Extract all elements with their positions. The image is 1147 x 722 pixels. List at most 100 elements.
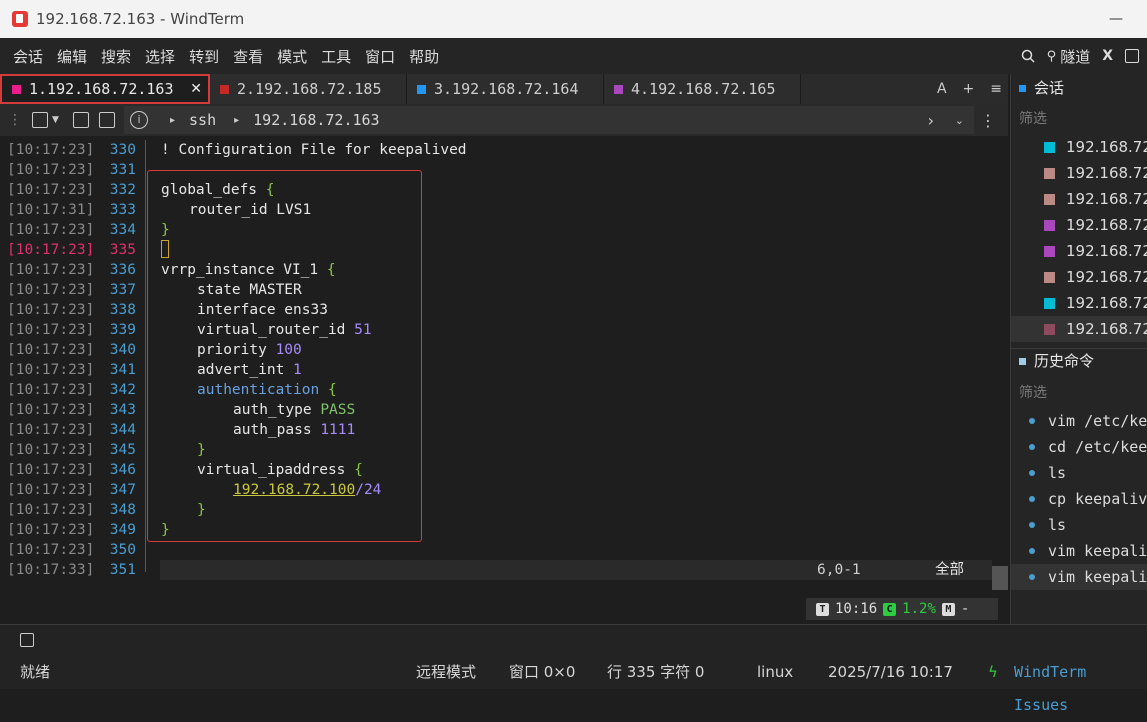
line-number: 336	[109, 262, 136, 278]
line-number: 348	[109, 502, 136, 518]
bullet-icon	[1029, 444, 1035, 450]
more-options-icon[interactable]: ⋮	[980, 111, 996, 130]
history-list-item[interactable]: vim keepali	[1011, 564, 1147, 590]
gutter-divider	[145, 140, 146, 572]
sessions-header[interactable]: 会话	[1019, 75, 1064, 101]
address-bar[interactable]: i ▸ ssh ▸ 192.168.72.163 › ⌄	[124, 106, 974, 134]
chevron-right-icon[interactable]: ›	[928, 111, 934, 130]
code-line-337: state MASTER	[197, 282, 302, 298]
close-icon[interactable]: ✕	[190, 81, 202, 97]
timestamp: [10:17:23]	[7, 422, 95, 438]
issues-link[interactable]: WindTerm Issues	[1014, 656, 1147, 722]
line-number: 349	[109, 522, 136, 538]
drag-handle-icon[interactable]: ⋮	[8, 112, 22, 128]
status-window-size: 窗口 0×0	[509, 663, 576, 681]
menu-select[interactable]: 选择	[138, 46, 182, 67]
capture-icon[interactable]	[1125, 49, 1139, 63]
line-number: 340	[109, 342, 136, 358]
host-label: 192.168.72.163	[253, 111, 380, 129]
timestamp: [10:17:23]	[7, 382, 95, 398]
menu-search[interactable]: 搜索	[94, 46, 138, 67]
timestamp: [10:17:31]	[7, 202, 95, 218]
x-icon[interactable]: X	[1102, 48, 1113, 64]
info-icon[interactable]: i	[130, 111, 148, 129]
chevron-down-icon[interactable]: ⌄	[955, 114, 964, 127]
memory-value: -	[960, 601, 970, 617]
tab-session-3[interactable]: 3.192.168.72.164	[407, 74, 604, 104]
add-tab-button[interactable]: +	[963, 81, 975, 97]
tab-menu-button[interactable]: ≡	[990, 81, 1002, 97]
tab-session-1[interactable]: 1.192.168.72.163 ✕	[0, 74, 210, 104]
timestamp: [10:17:23]	[7, 282, 95, 298]
scrollbar-thumb[interactable]	[992, 566, 1008, 590]
code-line-332: global_defs {	[161, 182, 275, 198]
timestamp: [10:17:23]	[7, 442, 95, 458]
search-icon[interactable]	[1021, 49, 1035, 63]
session-list-item[interactable]: 192.168.72	[1011, 238, 1147, 264]
menu-help[interactable]: 帮助	[402, 46, 446, 67]
history-list-item[interactable]: vim keepali	[1011, 538, 1147, 564]
session-list-item[interactable]: 192.168.72	[1011, 290, 1147, 316]
font-button[interactable]: A	[937, 81, 947, 97]
open-session-icon[interactable]	[98, 112, 115, 128]
history-command: vim keepali	[1048, 568, 1147, 586]
session-list-item[interactable]: 192.168.72	[1011, 212, 1147, 238]
tab-label: 1.192.168.72.163	[29, 80, 174, 98]
new-session-icon[interactable]	[32, 112, 48, 128]
history-filter-input[interactable]: 筛选	[1019, 382, 1047, 402]
history-command: ls	[1048, 464, 1067, 482]
menu-view[interactable]: 查看	[226, 46, 270, 67]
timestamp: [10:17:23]	[7, 262, 95, 278]
menu-tools[interactable]: 工具	[314, 46, 358, 67]
terminal-view[interactable]: [10:17:23] 330 [10:17:23] 331 [10:17:23] 332 […	[0, 136, 1008, 624]
vim-cursor-position: 6,0-1	[817, 562, 861, 578]
history-title: 历史命令	[1034, 352, 1095, 370]
menu-mode[interactable]: 模式	[270, 46, 314, 67]
code-line-340: priority 100	[197, 342, 302, 358]
timestamp: [10:17:23]	[7, 482, 95, 498]
line-number: 341	[109, 362, 136, 378]
minimize-button[interactable]: —	[1093, 0, 1139, 38]
history-list-item[interactable]: ls	[1011, 512, 1147, 538]
menu-goto[interactable]: 转到	[182, 46, 226, 67]
sessions-filter-input[interactable]: 筛选	[1019, 108, 1047, 128]
timestamp: [10:17:23]	[7, 322, 95, 338]
tab-color-square	[220, 84, 229, 94]
status-mode[interactable]: 远程模式	[416, 656, 476, 689]
session-list-item[interactable]: 192.168.72	[1011, 134, 1147, 160]
panel-toggle-icon[interactable]	[20, 633, 34, 647]
cpu-icon: C	[883, 602, 897, 616]
code-line-345: }	[197, 442, 206, 458]
session-list-item[interactable]: 192.168.72	[1011, 160, 1147, 186]
tab-session-4[interactable]: 4.192.168.72.165	[604, 74, 801, 104]
status-ready: 就绪	[20, 663, 51, 681]
history-list-item[interactable]: ls	[1011, 460, 1147, 486]
session-list-item[interactable]: 192.168.72	[1011, 186, 1147, 212]
history-command: cp keepaliv	[1048, 490, 1147, 508]
code-line-342: authentication {	[197, 382, 337, 398]
menu-window[interactable]: 窗口	[358, 46, 402, 67]
history-command: vim /etc/ke	[1048, 412, 1147, 430]
session-label: 192.168.72	[1066, 138, 1147, 156]
history-list-item[interactable]: vim /etc/ke	[1011, 408, 1147, 434]
session-label: 192.168.72	[1066, 268, 1147, 286]
menu-edit[interactable]: 编辑	[50, 46, 94, 67]
resource-status: T 10:16 C 1.2% M -	[806, 598, 998, 620]
history-list-item[interactable]: cp keepaliv	[1011, 486, 1147, 512]
history-list-item[interactable]: cd /etc/kee	[1011, 434, 1147, 460]
tab-session-2[interactable]: 2.192.168.72.185	[210, 74, 407, 104]
tunnel-button[interactable]: ⚲ 隧道	[1047, 46, 1091, 67]
line-number: 333	[109, 202, 136, 218]
tab-color-square	[12, 84, 21, 94]
session-color-square	[1044, 246, 1055, 257]
menu-session[interactable]: 会话	[6, 46, 50, 67]
tunnel-label: 隧道	[1060, 47, 1091, 66]
arrow-icon: ▸	[234, 114, 240, 126]
code-line-338: interface ens33	[197, 302, 328, 318]
right-sidebar: 会话 筛选 192.168.72 192.168.72 192.168.72 192.…	[1010, 74, 1147, 624]
duplicate-session-icon[interactable]	[72, 112, 89, 128]
session-list-item[interactable]: 192.168.72	[1011, 264, 1147, 290]
session-list-item[interactable]: 192.168.72	[1011, 316, 1147, 342]
history-header[interactable]: 历史命令	[1019, 348, 1094, 374]
chevron-down-icon[interactable]: ▼	[52, 115, 59, 125]
